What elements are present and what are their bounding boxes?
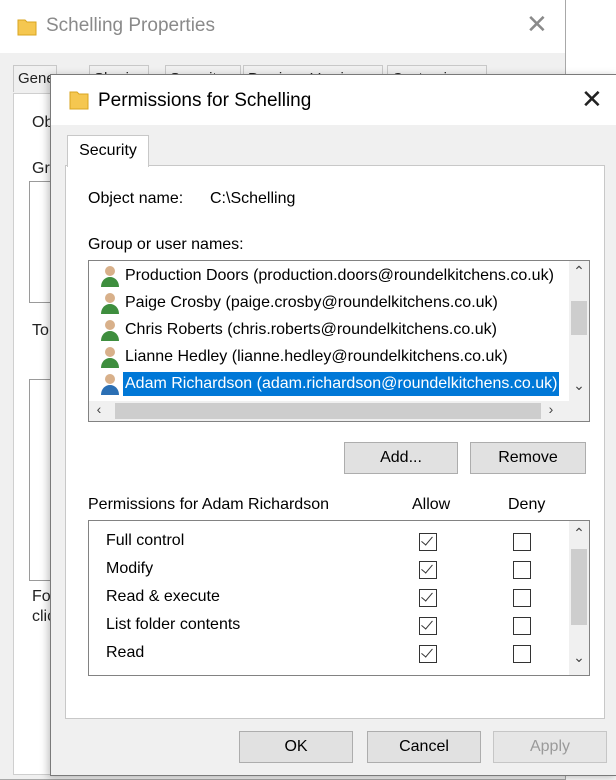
user-label: Chris Roberts (chris.roberts@roundelkitc… [125,321,497,338]
permissions-dialog: Permissions for Schelling ✕ Security Obj… [50,74,616,776]
list-item[interactable]: Paige Crosby (paige.crosby@roundelkitche… [99,291,559,315]
chevron-up-icon[interactable]: ⌃ [569,525,589,542]
scrollbar-thumb[interactable] [571,549,587,625]
deny-checkbox[interactable] [513,645,531,663]
dialog-titlebar: Permissions for Schelling ✕ [51,75,616,125]
list-item[interactable]: Production Doors (production.doors@round… [99,264,559,288]
chevron-down-icon[interactable]: ⌄ [569,649,589,666]
user-list-horizontal-scrollbar[interactable]: ‹ › [89,401,569,421]
dialog-title: Permissions for Schelling [98,90,312,111]
permission-row: Read & execute [89,583,569,611]
object-name-label: Object name: [88,190,184,207]
user-label: Paige Crosby (paige.crosby@roundelkitche… [125,294,498,311]
user-list[interactable]: Production Doors (production.doors@round… [88,260,590,422]
folder-icon [17,19,37,36]
user-icon [101,266,119,287]
scrollbar-thumb[interactable] [115,403,541,419]
close-icon[interactable]: ✕ [581,84,603,115]
security-panel: Object name: C:\Schelling Group or user … [65,165,605,719]
user-icon [101,293,119,314]
chevron-down-icon[interactable]: ⌄ [569,377,589,394]
deny-checkbox[interactable] [513,617,531,635]
allow-checkbox[interactable] [419,589,437,607]
properties-titlebar: Schelling Properties ✕ [0,0,565,53]
permission-list: Full control Modify Read & execute List … [88,520,590,676]
allow-checkbox[interactable] [419,645,437,663]
permissions-label: Permissions for Adam Richardson [88,496,329,513]
chevron-up-icon[interactable]: ⌃ [569,263,589,280]
deny-checkbox[interactable] [513,589,531,607]
permission-row: Read [89,639,569,667]
folder-icon [69,91,89,110]
permission-name: Read & execute [106,588,220,605]
allow-checkbox[interactable] [419,533,437,551]
permission-name: Read [106,644,145,661]
chevron-right-icon[interactable]: › [541,401,561,417]
permission-row: Full control [89,527,569,555]
allow-checkbox[interactable] [419,617,437,635]
allow-header: Allow [412,496,451,513]
user-list-vertical-scrollbar[interactable]: ⌃ ⌄ [569,261,589,401]
permission-name: Full control [106,532,185,549]
close-icon[interactable]: ✕ [526,9,548,40]
permission-row: List folder contents [89,611,569,639]
list-item-selected[interactable]: Adam Richardson (adam.richardson@roundel… [99,372,559,396]
user-icon [101,320,119,341]
allow-checkbox[interactable] [419,561,437,579]
group-or-user-label: Group or user names: [88,236,244,253]
permission-name: List folder contents [106,616,241,633]
list-item[interactable]: Lianne Hedley (lianne.hedley@roundelkitc… [99,345,559,369]
user-label: Production Doors (production.doors@round… [125,267,554,284]
deny-checkbox[interactable] [513,561,531,579]
to-change-fragment: To [32,322,49,339]
user-icon [101,347,119,368]
permission-name: Modify [106,560,154,577]
scrollbar-corner [569,401,589,421]
scrollbar-thumb[interactable] [571,301,587,335]
permission-list-scrollbar[interactable]: ⌃ ⌄ [569,521,589,675]
chevron-left-icon[interactable]: ‹ [89,401,109,417]
deny-checkbox[interactable] [513,533,531,551]
list-item[interactable]: Chris Roberts (chris.roberts@roundelkitc… [99,318,559,342]
apply-button[interactable]: Apply [493,731,607,763]
user-label: Lianne Hedley (lianne.hedley@roundelkitc… [125,348,508,365]
permission-row: Modify [89,555,569,583]
ok-button[interactable]: OK [239,731,353,763]
deny-header: Deny [508,496,546,513]
properties-title: Schelling Properties [46,15,215,36]
user-label: Adam Richardson (adam.richardson@roundel… [123,372,559,396]
remove-button[interactable]: Remove [470,442,586,474]
tab-security[interactable]: Security [67,135,149,167]
user-icon [101,374,119,395]
cancel-button[interactable]: Cancel [367,731,481,763]
object-name-value: C:\Schelling [210,190,296,207]
add-button[interactable]: Add... [344,442,458,474]
